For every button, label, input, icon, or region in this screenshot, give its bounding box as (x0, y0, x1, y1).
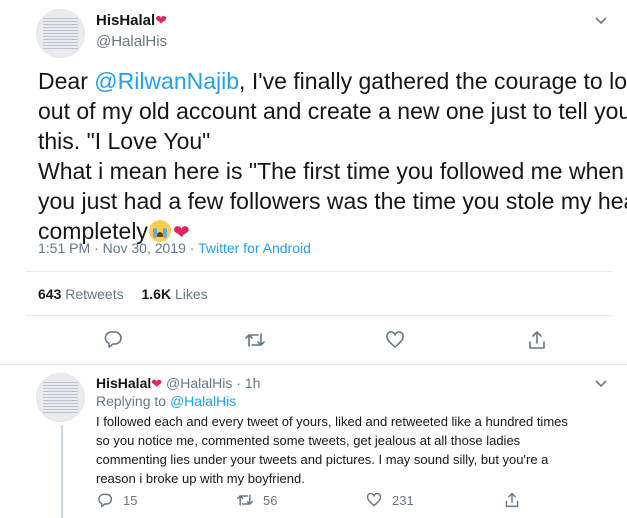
retweet-icon (236, 492, 254, 508)
likes-stat[interactable]: 1.6K Likes (142, 286, 208, 302)
heart-emoji-icon: ❤ (155, 12, 167, 28)
thread-line (61, 425, 63, 518)
reply-text: I followed each and every tweet of yours… (96, 414, 568, 486)
source-link[interactable]: Twitter for Android (198, 240, 311, 256)
share-icon[interactable] (504, 491, 520, 509)
crying-face-emoji-icon (148, 220, 171, 242)
reply-icon (97, 492, 113, 508)
replying-to: Replying to @HalalHis (96, 393, 237, 409)
retweet-action[interactable]: 56 (236, 492, 277, 508)
chevron-down-icon[interactable] (594, 376, 608, 390)
mention-link[interactable]: @RilwanNajib (94, 68, 239, 94)
replying-to-link[interactable]: @HalalHis (170, 393, 236, 409)
like-count: 231 (392, 492, 414, 508)
display-name[interactable]: HisHalal (96, 12, 155, 29)
divider (0, 364, 627, 365)
relative-time[interactable]: · 1h (232, 375, 260, 391)
reply-header: HisHalal❤ @HalalHis · 1h (96, 375, 260, 392)
tweet-text: Dear @RilwanNajib, I've finally gathered… (38, 68, 627, 244)
like-icon (366, 492, 382, 508)
timestamp-row: 1:51 PM · Nov 30, 2019 · Twitter for And… (38, 240, 311, 256)
stats-row: 643 Retweets 1.6K Likes (38, 286, 208, 302)
heart-emoji-icon: ❤ (151, 376, 163, 391)
avatar[interactable] (36, 9, 85, 58)
share-icon[interactable] (527, 329, 547, 351)
handle[interactable]: @HalalHis (96, 33, 167, 50)
reply-icon[interactable] (103, 329, 123, 349)
like-icon[interactable] (385, 330, 405, 350)
timestamp[interactable]: 1:51 PM · Nov 30, 2019 · (38, 240, 198, 256)
avatar[interactable] (36, 373, 85, 422)
retweets-stat[interactable]: 643 Retweets (38, 286, 124, 302)
divider (26, 315, 613, 316)
retweet-count: 56 (263, 492, 278, 508)
reply-count: 15 (123, 492, 138, 508)
retweet-icon[interactable] (244, 330, 266, 350)
divider (26, 271, 613, 272)
handle[interactable]: @HalalHis (166, 375, 232, 391)
reply-action[interactable]: 15 (97, 492, 137, 508)
chevron-down-icon[interactable] (594, 13, 608, 27)
display-name[interactable]: HisHalal (96, 375, 151, 391)
author-name-row: HisHalal❤ (96, 12, 167, 30)
like-action[interactable]: 231 (366, 492, 414, 508)
